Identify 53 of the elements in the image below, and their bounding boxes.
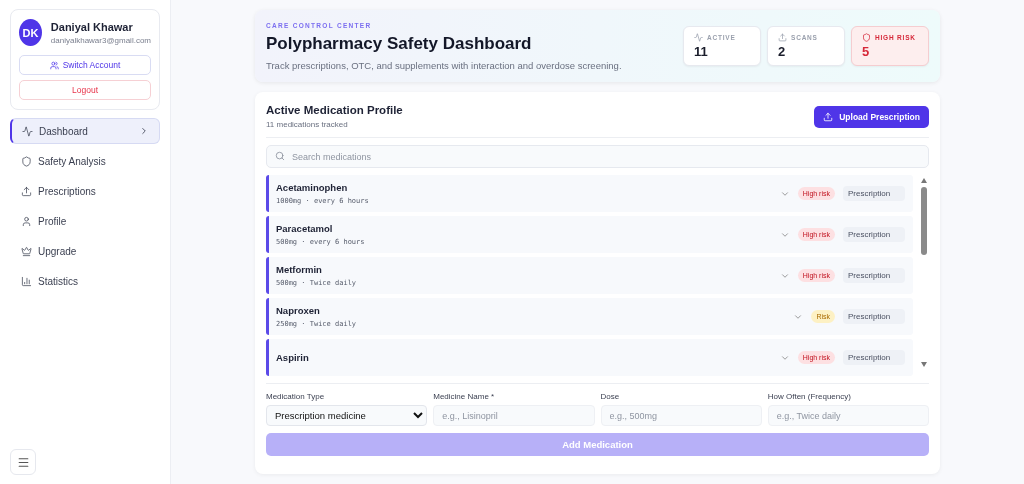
input-field[interactable]: e.g., Twice daily <box>767 405 929 426</box>
field-label: Medication Type <box>266 392 326 401</box>
user-email: daniyalkhawar3@gmail.com <box>50 35 151 45</box>
nav-item[interactable]: Statistics <box>10 268 160 294</box>
medication-count: 11 medications tracked <box>266 120 349 129</box>
type-tag: Prescription <box>843 350 905 365</box>
upload-icon <box>778 33 787 42</box>
medication-name: Naproxen <box>276 305 321 316</box>
users-icon <box>49 60 59 70</box>
type-tag: Prescription <box>843 309 905 324</box>
nav-item[interactable]: Prescriptions <box>10 178 160 204</box>
input-field[interactable]: e.g., 500mg <box>600 405 762 426</box>
menu-button[interactable] <box>10 449 36 475</box>
upload-prescription-button[interactable]: Upload Prescription <box>814 105 929 128</box>
chevron-right-icon <box>139 126 149 136</box>
medication-name: Metformin <box>276 264 323 275</box>
shield-icon <box>862 33 871 42</box>
pulse-icon <box>22 125 33 137</box>
user-name: Daniyal Khawar <box>50 20 134 33</box>
field-label: Medicine Name * <box>433 392 496 401</box>
nav-item[interactable]: Profile <box>10 208 160 234</box>
page-title: Polypharmacy Safety Dashboard <box>266 33 533 54</box>
search-icon <box>275 151 285 161</box>
nav-item[interactable]: Dashboard <box>10 118 160 144</box>
logout-button[interactable]: Logout <box>19 80 151 100</box>
switch-account-button[interactable]: Switch Account <box>19 55 151 75</box>
shield-icon <box>21 155 32 167</box>
input-field[interactable]: e.g., Lisinopril <box>433 405 595 426</box>
user-icon <box>21 215 32 227</box>
stat-value: 2 <box>778 44 787 59</box>
type-tag: Prescription <box>843 268 905 283</box>
bar-chart-icon <box>21 275 32 287</box>
menu-icon <box>16 455 30 469</box>
field-label: How Often (Frequency) <box>767 392 852 401</box>
stat-value: 11 <box>694 44 709 59</box>
upload-icon <box>823 111 834 122</box>
upload-icon <box>21 185 32 197</box>
search-field[interactable]: Search medications <box>266 145 929 168</box>
stat-value: 5 <box>862 44 871 59</box>
page-subtitle: Track prescriptions, OTC, and supplements with interaction and overdose screening. <box>266 59 622 71</box>
pulse-icon <box>694 33 703 42</box>
field-label: Dose <box>600 392 621 401</box>
medication-name: Aspirin <box>276 352 310 363</box>
type-tag: Prescription <box>843 186 905 201</box>
nav-item[interactable]: Safety Analysis <box>10 148 160 174</box>
medication-name: Paracetamol <box>276 223 334 234</box>
avatar: DK <box>19 19 42 46</box>
medication-name: Acetaminophen <box>276 182 349 193</box>
section-title: Active Medication Profile <box>266 104 403 116</box>
type-tag: Prescription <box>843 227 905 242</box>
crown-icon <box>21 245 32 257</box>
nav-item[interactable]: Upgrade <box>10 238 160 264</box>
type-select[interactable]: Prescription medicine <box>266 405 428 426</box>
